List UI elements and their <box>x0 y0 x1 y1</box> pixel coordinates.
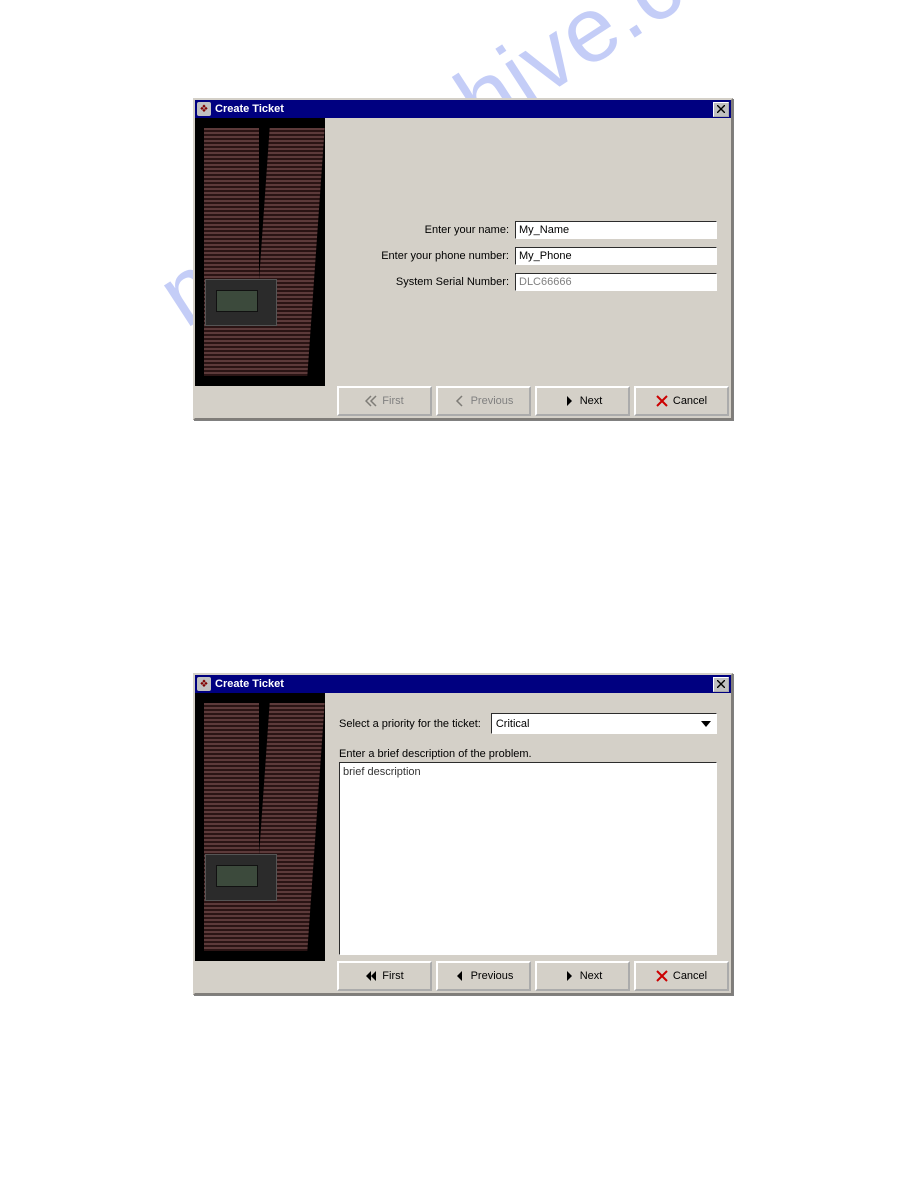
previous-button-label: Previous <box>471 395 514 407</box>
priority-label: Select a priority for the ticket: <box>339 718 481 730</box>
name-input[interactable] <box>515 221 717 239</box>
previous-icon <box>454 395 466 407</box>
next-button-label: Next <box>580 970 603 982</box>
serial-row: System Serial Number: <box>339 273 717 291</box>
cancel-button-label: Cancel <box>673 395 707 407</box>
form-area: Select a priority for the ticket: Critic… <box>325 693 731 961</box>
button-row-spacer <box>197 386 333 416</box>
cancel-icon <box>656 970 668 982</box>
first-icon <box>365 970 377 982</box>
cancel-button[interactable]: Cancel <box>634 386 729 416</box>
previous-icon <box>454 970 466 982</box>
button-row-spacer <box>197 961 333 991</box>
description-label: Enter a brief description of the problem… <box>339 744 717 762</box>
priority-value: Critical <box>496 718 530 730</box>
wizard-button-row: First Previous Next Cancel <box>195 386 731 418</box>
titlebar[interactable]: ❖ Create Ticket <box>195 675 731 693</box>
cancel-button-label: Cancel <box>673 970 707 982</box>
phone-row: Enter your phone number: <box>339 247 717 265</box>
name-label: Enter your name: <box>339 224 515 236</box>
chevron-down-icon <box>698 715 714 732</box>
next-button[interactable]: Next <box>535 961 630 991</box>
close-icon <box>717 105 725 113</box>
serial-label: System Serial Number: <box>339 276 515 288</box>
previous-button-label: Previous <box>471 970 514 982</box>
app-icon: ❖ <box>197 102 211 116</box>
close-icon <box>717 680 725 688</box>
wizard-side-image <box>195 118 325 386</box>
previous-button: Previous <box>436 386 531 416</box>
app-icon: ❖ <box>197 677 211 691</box>
first-icon <box>365 395 377 407</box>
cancel-button[interactable]: Cancel <box>634 961 729 991</box>
wizard-button-row: First Previous Next Cancel <box>195 961 731 993</box>
next-button[interactable]: Next <box>535 386 630 416</box>
priority-row: Select a priority for the ticket: Critic… <box>339 707 717 744</box>
next-button-label: Next <box>580 395 603 407</box>
wizard-side-image <box>195 693 325 961</box>
phone-label: Enter your phone number: <box>339 250 515 262</box>
name-row: Enter your name: <box>339 221 717 239</box>
first-button-label: First <box>382 395 403 407</box>
serial-input <box>515 273 717 291</box>
previous-button[interactable]: Previous <box>436 961 531 991</box>
close-button[interactable] <box>713 102 729 117</box>
dialog-body: Select a priority for the ticket: Critic… <box>195 693 731 961</box>
next-icon <box>563 395 575 407</box>
priority-select[interactable]: Critical <box>491 713 717 734</box>
next-icon <box>563 970 575 982</box>
create-ticket-dialog-step2: ❖ Create Ticket Select a priority for th… <box>193 673 733 995</box>
window-title: Create Ticket <box>215 103 713 115</box>
form-area: Enter your name: Enter your phone number… <box>325 118 731 386</box>
dialog-body: Enter your name: Enter your phone number… <box>195 118 731 386</box>
window-title: Create Ticket <box>215 678 713 690</box>
first-button-label: First <box>382 970 403 982</box>
first-button: First <box>337 386 432 416</box>
phone-input[interactable] <box>515 247 717 265</box>
cancel-icon <box>656 395 668 407</box>
description-textarea[interactable]: brief description <box>339 762 717 955</box>
close-button[interactable] <box>713 677 729 692</box>
titlebar[interactable]: ❖ Create Ticket <box>195 100 731 118</box>
first-button[interactable]: First <box>337 961 432 991</box>
create-ticket-dialog-step1: ❖ Create Ticket Enter your name: Enter y… <box>193 98 733 420</box>
